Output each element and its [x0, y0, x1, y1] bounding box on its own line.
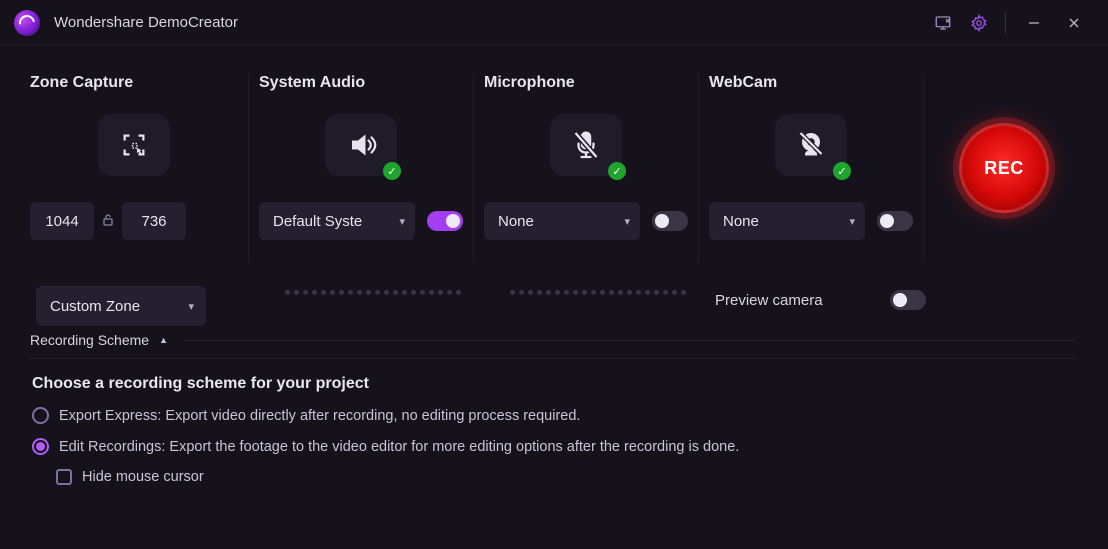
- height-input[interactable]: [122, 202, 186, 240]
- check-icon: ✓: [833, 162, 851, 180]
- system-audio-level: [265, 290, 480, 295]
- microphone-select[interactable]: None ▾: [484, 202, 640, 240]
- checkbox-icon: [56, 469, 72, 485]
- collapse-up-icon: ▲: [159, 335, 168, 345]
- radio-selected-icon: [32, 438, 49, 455]
- system-audio-toggle[interactable]: [427, 211, 463, 231]
- webcam-panel: WebCam ✓ None ▾: [699, 74, 924, 262]
- scheme-option-edit-recordings[interactable]: Edit Recordings: Export the footage to t…: [32, 438, 1076, 455]
- system-audio-title: System Audio: [259, 74, 463, 92]
- preview-camera-toggle[interactable]: [890, 290, 926, 310]
- settings-gear-icon[interactable]: [963, 7, 995, 39]
- record-button[interactable]: REC: [959, 123, 1049, 213]
- lock-aspect-icon[interactable]: [102, 213, 114, 230]
- titlebar: Wondershare DemoCreator: [0, 0, 1108, 46]
- width-input[interactable]: [30, 202, 94, 240]
- system-audio-select[interactable]: Default Syste ▾: [259, 202, 415, 240]
- microphone-level: [490, 290, 705, 295]
- minimize-button[interactable]: [1014, 7, 1054, 39]
- check-icon: ✓: [608, 162, 626, 180]
- webcam-toggle[interactable]: [877, 211, 913, 231]
- dimensions-row: [30, 202, 238, 240]
- webcam-off-icon[interactable]: ✓: [775, 114, 847, 176]
- app-title: Wondershare DemoCreator: [54, 14, 238, 31]
- scheme-option-export-express[interactable]: Export Express: Export video directly af…: [32, 407, 1076, 424]
- record-label: REC: [984, 158, 1024, 179]
- scheme-title: Choose a recording scheme for your proje…: [32, 375, 1076, 393]
- microphone-muted-icon[interactable]: ✓: [550, 114, 622, 176]
- close-button[interactable]: [1054, 7, 1094, 39]
- zone-title: Zone Capture: [30, 74, 238, 92]
- speaker-icon[interactable]: ✓: [325, 114, 397, 176]
- recording-panels: Zone Capture System Audio ✓ Default Syst…: [0, 46, 1108, 270]
- scheme-collapse-header[interactable]: Recording Scheme ▲: [30, 326, 1076, 359]
- microphone-panel: Microphone ✓ None ▾: [474, 74, 699, 262]
- zone-mode-select[interactable]: Custom Zone ▾: [36, 286, 206, 326]
- record-panel: REC: [924, 74, 1084, 262]
- radio-icon: [32, 407, 49, 424]
- microphone-toggle[interactable]: [652, 211, 688, 231]
- chevron-down-icon: ▾: [624, 215, 630, 228]
- recording-scheme-section: Recording Scheme ▲ Choose a recording sc…: [0, 326, 1108, 497]
- zone-capture-icon[interactable]: [98, 114, 170, 176]
- check-icon: ✓: [383, 162, 401, 180]
- microphone-title: Microphone: [484, 74, 688, 92]
- webcam-select[interactable]: None ▾: [709, 202, 865, 240]
- hide-cursor-checkbox[interactable]: Hide mouse cursor: [56, 469, 1076, 485]
- preview-camera-label: Preview camera: [715, 292, 823, 309]
- webcam-title: WebCam: [709, 74, 913, 92]
- chevron-down-icon: ▾: [399, 215, 405, 228]
- zone-capture-panel: Zone Capture: [24, 74, 249, 262]
- chevron-down-icon: ▾: [849, 215, 855, 228]
- app-logo: [14, 10, 40, 36]
- system-audio-panel: System Audio ✓ Default Syste ▾: [249, 74, 474, 262]
- chevron-down-icon: ▾: [188, 300, 194, 313]
- screen-record-icon[interactable]: [927, 7, 959, 39]
